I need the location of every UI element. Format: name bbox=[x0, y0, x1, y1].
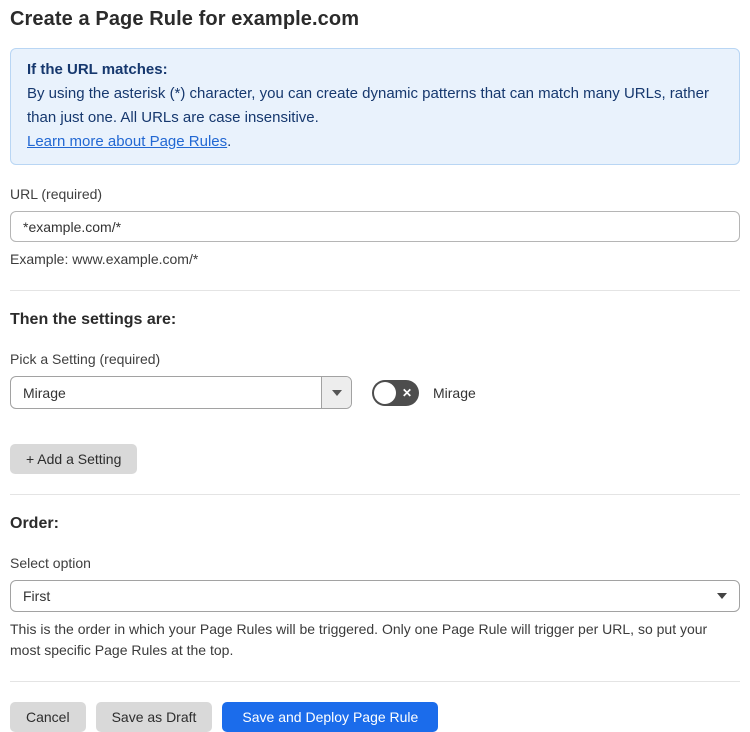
save-draft-button[interactable]: Save as Draft bbox=[95, 702, 213, 732]
divider bbox=[10, 681, 740, 682]
url-field: URL (required) Example: www.example.com/… bbox=[10, 186, 740, 270]
learn-more-link[interactable]: Learn more about Page Rules bbox=[27, 133, 227, 150]
cancel-button[interactable]: Cancel bbox=[10, 702, 86, 732]
divider bbox=[10, 290, 740, 291]
info-box-body: By using the asterisk (*) character, you… bbox=[27, 85, 709, 126]
url-match-info-box: If the URL matches: By using the asteris… bbox=[10, 48, 740, 165]
order-helper-text: This is the order in which your Page Rul… bbox=[10, 621, 708, 658]
setting-dropdown-value: Mirage bbox=[23, 384, 66, 401]
order-select[interactable]: First bbox=[10, 580, 740, 612]
divider bbox=[10, 494, 740, 495]
caret-down-icon bbox=[331, 389, 342, 396]
link-period: . bbox=[227, 133, 232, 150]
save-deploy-button[interactable]: Save and Deploy Page Rule bbox=[222, 702, 439, 732]
order-select-value: First bbox=[23, 588, 51, 604]
setting-dropdown[interactable]: Mirage bbox=[10, 376, 352, 409]
info-box-heading: If the URL matches: bbox=[27, 61, 168, 78]
toggle-off-x-icon: ✕ bbox=[401, 385, 412, 400]
toggle-label: Mirage bbox=[433, 384, 476, 401]
pick-setting-label: Pick a Setting (required) bbox=[10, 351, 161, 367]
form-actions: Cancel Save as Draft Save and Deploy Pag… bbox=[10, 702, 740, 732]
url-example-helper: Example: www.example.com/* bbox=[10, 251, 199, 267]
toggle-knob bbox=[374, 381, 396, 404]
order-heading: Order: bbox=[10, 515, 59, 532]
select-option-label: Select option bbox=[10, 555, 91, 571]
url-label: URL (required) bbox=[10, 186, 103, 202]
setting-dropdown-arrow-button[interactable] bbox=[321, 377, 351, 408]
info-link-row: Learn more about Page Rules. bbox=[27, 133, 231, 150]
page-title: Create a Page Rule for example.com bbox=[10, 8, 360, 30]
setting-row: Mirage ✕ Mirage bbox=[10, 376, 740, 409]
url-input[interactable] bbox=[10, 211, 740, 242]
mirage-toggle[interactable]: ✕ bbox=[372, 379, 419, 406]
add-setting-button[interactable]: + Add a Setting bbox=[10, 444, 138, 474]
create-page-rule-form: Create a Page Rule for example.com If th… bbox=[0, 0, 750, 732]
settings-heading: Then the settings are: bbox=[10, 311, 177, 328]
caret-down-icon bbox=[717, 593, 727, 599]
